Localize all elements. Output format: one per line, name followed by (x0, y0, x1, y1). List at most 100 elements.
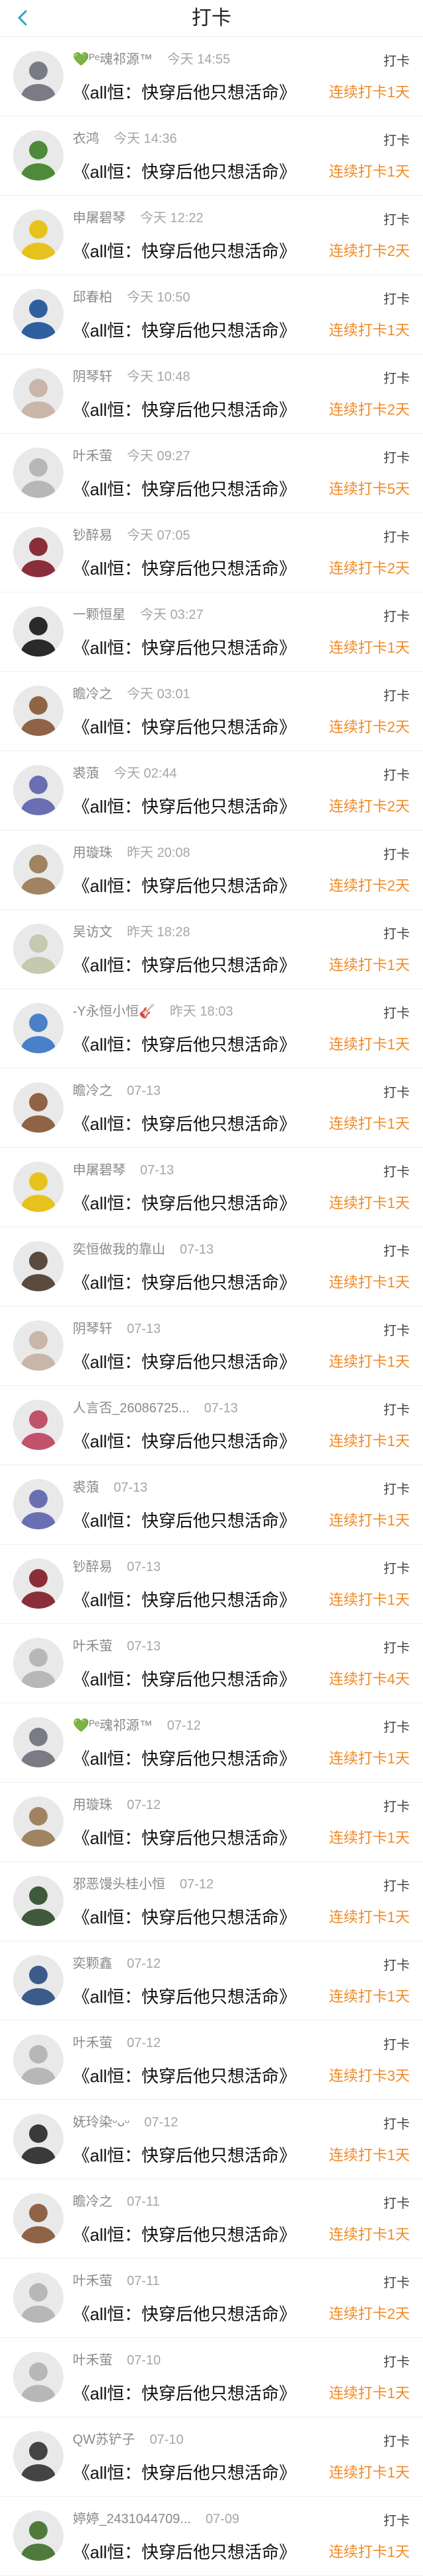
back-arrow-icon[interactable] (13, 8, 33, 28)
avatar[interactable] (13, 1400, 63, 1450)
avatar[interactable] (13, 1003, 63, 1053)
list-item[interactable]: 阴琴轩 今天 10:48 《all恒：快穿后他只想活命》 打卡 连续打卡2天 (0, 354, 423, 434)
user-name[interactable]: 叶禾萤 (73, 2353, 112, 2368)
list-item[interactable]: 奕颗鑫 07-12 《all恒：快穿后他只想活命》 打卡 连续打卡1天 (0, 1941, 423, 2021)
list-item[interactable]: 叶禾萤 07-10 《all恒：快穿后他只想活命》 打卡 连续打卡1天 (0, 2338, 423, 2417)
list-item[interactable]: 裘蒗 07-13 《all恒：快穿后他只想活命》 打卡 连续打卡1天 (0, 1465, 423, 1545)
book-title[interactable]: 《all恒：快穿后他只想活命》 (73, 1190, 296, 1215)
avatar[interactable] (13, 210, 63, 260)
avatar[interactable] (13, 2114, 63, 2164)
book-title[interactable]: 《all恒：快穿后他只想活命》 (73, 238, 296, 262)
book-title[interactable]: 《all恒：快穿后他只想活命》 (73, 1508, 296, 1532)
avatar[interactable] (13, 2431, 63, 2481)
user-name[interactable]: 💚ᴾᵉ魂祁源™ (73, 52, 153, 67)
list-item[interactable]: 人言否_26086725... 07-13 《all恒：快穿后他只想活命》 打卡 连续打… (0, 1386, 423, 1465)
book-title[interactable]: 《all恒：快穿后他只想活命》 (73, 1031, 296, 1056)
book-title[interactable]: 《all恒：快穿后他只想活命》 (73, 2142, 296, 2167)
list-item[interactable]: 婷婷_2431044709... 07-09 《all恒：快穿后他只想活命》 打卡 连续… (0, 2497, 423, 2576)
list-item[interactable]: 瞻冷之 07-13 《all恒：快穿后他只想活命》 打卡 连续打卡1天 (0, 1068, 423, 1148)
user-name[interactable]: 钞醉易 (73, 1560, 112, 1574)
book-title[interactable]: 《all恒：快穿后他只想活命》 (73, 476, 296, 501)
user-name[interactable]: 衣鸿 (73, 132, 99, 146)
list-item[interactable]: 妩玲染ᵕᴗᵕ 07-12 《all恒：快穿后他只想活命》 打卡 连续打卡1天 (0, 2100, 423, 2179)
book-title[interactable]: 《all恒：快穿后他只想活命》 (73, 1984, 296, 2008)
book-title[interactable]: 《all恒：快穿后他只想活命》 (73, 1904, 296, 1929)
book-title[interactable]: 《all恒：快穿后他只想活命》 (73, 555, 296, 580)
book-title[interactable]: 《all恒：快穿后他只想活命》 (73, 1349, 296, 1373)
list-item[interactable]: 钞醉易 今天 07:05 《all恒：快穿后他只想活命》 打卡 连续打卡2天 (0, 513, 423, 592)
user-name[interactable]: 婷婷_2431044709... (73, 2512, 191, 2526)
book-title[interactable]: 《all恒：快穿后他只想活命》 (73, 317, 296, 342)
avatar[interactable] (13, 2034, 63, 2085)
user-name[interactable]: 申屠碧琴 (73, 211, 126, 225)
avatar[interactable] (13, 606, 63, 657)
user-name[interactable]: 奕恒做我的靠山 (73, 1242, 165, 1257)
user-name[interactable]: 叶禾萤 (73, 449, 112, 463)
avatar[interactable] (13, 51, 63, 101)
user-name[interactable]: 瞻冷之 (73, 687, 112, 702)
list-item[interactable]: 用璇珠 昨天 20:08 《all恒：快穿后他只想活命》 打卡 连续打卡2天 (0, 830, 423, 910)
list-item[interactable]: 申屠碧琴 07-13 《all恒：快穿后他只想活命》 打卡 连续打卡1天 (0, 1148, 423, 1227)
book-title[interactable]: 《all恒：快穿后他只想活命》 (73, 1587, 296, 1611)
user-name[interactable]: 💚ᴾᵉ魂祁源™ (73, 1718, 153, 1733)
book-title[interactable]: 《all恒：快穿后他只想活命》 (73, 2063, 296, 2087)
avatar[interactable] (13, 2352, 63, 2402)
book-title[interactable]: 《all恒：快穿后他只想活命》 (73, 1428, 296, 1453)
list-item[interactable]: 阴琴轩 07-13 《all恒：快穿后他只想活命》 打卡 连续打卡1天 (0, 1307, 423, 1386)
list-item[interactable]: 叶禾萤 今天 09:27 《all恒：快穿后他只想活命》 打卡 连续打卡5天 (0, 434, 423, 513)
avatar[interactable] (13, 1638, 63, 1688)
avatar[interactable] (13, 924, 63, 974)
book-title[interactable]: 《all恒：快穿后他只想活命》 (73, 2222, 296, 2246)
list-item[interactable]: 💚ᴾᵉ魂祁源™ 07-12 《all恒：快穿后他只想活命》 打卡 连续打卡1天 (0, 1703, 423, 1783)
avatar[interactable] (13, 1955, 63, 2005)
user-name[interactable]: QW苏铲子 (73, 2433, 135, 2447)
book-title[interactable]: 《all恒：快穿后他只想活命》 (73, 2301, 296, 2325)
avatar[interactable] (13, 130, 63, 181)
user-name[interactable]: 瞻冷之 (73, 2194, 112, 2209)
avatar[interactable] (13, 368, 63, 419)
list-item[interactable]: 吴访文 昨天 18:28 《all恒：快穿后他只想活命》 打卡 连续打卡1天 (0, 910, 423, 989)
book-title[interactable]: 《all恒：快穿后他只想活命》 (73, 2380, 296, 2405)
list-item[interactable]: 叶禾萤 07-11 《all恒：快穿后他只想活命》 打卡 连续打卡2天 (0, 2259, 423, 2338)
avatar[interactable] (13, 289, 63, 339)
list-item[interactable]: QW苏铲子 07-10 《all恒：快穿后他只想活命》 打卡 连续打卡1天 (0, 2417, 423, 2497)
book-title[interactable]: 《all恒：快穿后他只想活命》 (73, 2460, 296, 2484)
book-title[interactable]: 《all恒：快穿后他只想活命》 (73, 159, 296, 183)
user-name[interactable]: 一颗恒星 (73, 608, 126, 622)
user-name[interactable]: 邪恶馒头桂小恒 (73, 1877, 165, 1892)
user-name[interactable]: 奕颗鑫 (73, 1956, 112, 1971)
book-title[interactable]: 《all恒：快穿后他只想活命》 (73, 793, 296, 818)
list-item[interactable]: 裘蒗 今天 02:44 《all恒：快穿后他只想活命》 打卡 连续打卡2天 (0, 751, 423, 830)
list-item[interactable]: 钞醉易 07-13 《all恒：快穿后他只想活命》 打卡 连续打卡1天 (0, 1545, 423, 1624)
list-item[interactable]: 衣鸿 今天 14:36 《all恒：快穿后他只想活命》 打卡 连续打卡1天 (0, 116, 423, 196)
avatar[interactable] (13, 527, 63, 577)
avatar[interactable] (13, 765, 63, 815)
avatar[interactable] (13, 1241, 63, 1291)
avatar[interactable] (13, 1558, 63, 1609)
list-item[interactable]: 奕恒做我的靠山 07-13 《all恒：快穿后他只想活命》 打卡 连续打卡1天 (0, 1227, 423, 1307)
book-title[interactable]: 《all恒：快穿后他只想活命》 (73, 397, 296, 421)
avatar[interactable] (13, 1320, 63, 1371)
book-title[interactable]: 《all恒：快穿后他只想活命》 (73, 1666, 296, 1691)
list-item[interactable]: 叶禾萤 07-12 《all恒：快穿后他只想活命》 打卡 连续打卡3天 (0, 2021, 423, 2100)
user-name[interactable]: 叶禾萤 (73, 2274, 112, 2288)
user-name[interactable]: 申屠碧琴 (73, 1163, 126, 1178)
user-name[interactable]: 裘蒗 (73, 1480, 99, 1495)
user-name[interactable]: 用璇珠 (73, 1798, 112, 1812)
book-title[interactable]: 《all恒：快穿后他只想活命》 (73, 714, 296, 739)
list-item[interactable]: 瞻冷之 07-11 《all恒：快穿后他只想活命》 打卡 连续打卡1天 (0, 2179, 423, 2259)
book-title[interactable]: 《all恒：快穿后他只想活命》 (73, 1111, 296, 1135)
user-name[interactable]: 叶禾萤 (73, 1639, 112, 1654)
user-name[interactable]: 人言否_26086725... (73, 1401, 190, 1416)
list-item[interactable]: 邱春柏 今天 10:50 《all恒：快穿后他只想活命》 打卡 连续打卡1天 (0, 275, 423, 354)
book-title[interactable]: 《all恒：快穿后他只想活命》 (73, 2539, 296, 2563)
user-name[interactable]: 吴访文 (73, 925, 112, 940)
user-name[interactable]: -Y永恒小恒🎸 (73, 1004, 155, 1019)
user-name[interactable]: 邱春柏 (73, 290, 112, 305)
user-name[interactable]: 瞻冷之 (73, 1084, 112, 1098)
list-item[interactable]: 💚ᴾᵉ魂祁源™ 今天 14:55 《all恒：快穿后他只想活命》 打卡 连续打卡1天 (0, 37, 423, 116)
list-item[interactable]: 瞻冷之 今天 03:01 《all恒：快穿后他只想活命》 打卡 连续打卡2天 (0, 672, 423, 751)
list-item[interactable]: 叶禾萤 07-13 《all恒：快穿后他只想活命》 打卡 连续打卡4天 (0, 1624, 423, 1703)
list-item[interactable]: 用璇珠 07-12 《all恒：快穿后他只想活命》 打卡 连续打卡1天 (0, 1783, 423, 1862)
book-title[interactable]: 《all恒：快穿后他只想活命》 (73, 635, 296, 659)
